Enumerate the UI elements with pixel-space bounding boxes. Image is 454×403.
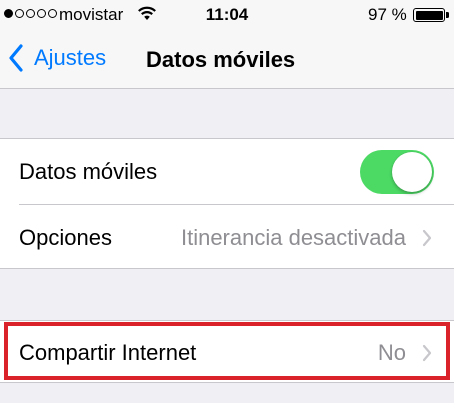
row-opciones[interactable]: Opciones Itinerancia desactivada [0,205,454,270]
compartir-internet-value: No [377,339,406,365]
datos-moviles-toggle[interactable] [360,149,434,194]
back-button[interactable]: Ajustes [8,42,106,74]
settings-group-hotspot: Compartir Internet No [0,320,454,383]
page-title: Datos móviles [146,47,296,72]
chevron-right-icon [422,344,432,361]
back-button-label: Ajustes [34,45,107,70]
chevron-right-icon [422,229,432,246]
settings-group-cellular: Datos móviles Opciones Itinerancia desac… [0,138,454,269]
opciones-value: Itinerancia desactivada [180,224,406,250]
chevron-left-icon [9,44,23,72]
battery-tip [446,12,449,18]
battery-icon [413,8,445,22]
row-compartir-internet[interactable]: Compartir Internet No [0,320,454,385]
compartir-internet-label: Compartir Internet [19,339,197,365]
row-datos-moviles: Datos móviles [0,139,454,204]
status-bar: movistar 11:04 97 % [0,0,454,30]
datos-moviles-label: Datos móviles [19,158,158,184]
navigation-bar: Ajustes Datos móviles [0,30,454,89]
toggle-knob [392,151,432,192]
opciones-label: Opciones [19,224,112,250]
battery-percentage: 97 % [368,5,407,24]
